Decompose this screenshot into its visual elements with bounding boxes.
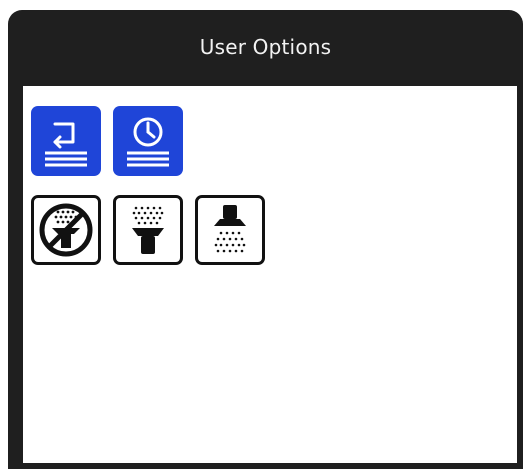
no-spray-icon — [39, 203, 93, 257]
spray-up-icon — [132, 206, 164, 254]
timer-menu-icon — [127, 117, 169, 167]
no-spray-button[interactable] — [31, 195, 101, 265]
timer-menu-button[interactable] — [113, 106, 183, 176]
spray-down-icon — [214, 205, 246, 253]
user-options-window: User Options — [8, 10, 523, 469]
spray-down-button[interactable] — [195, 195, 265, 265]
return-menu-button[interactable] — [31, 106, 101, 176]
return-menu-icon — [45, 122, 87, 167]
options-panel — [23, 86, 517, 463]
window-title: User Options — [199, 35, 332, 59]
spray-up-button[interactable] — [113, 195, 183, 265]
